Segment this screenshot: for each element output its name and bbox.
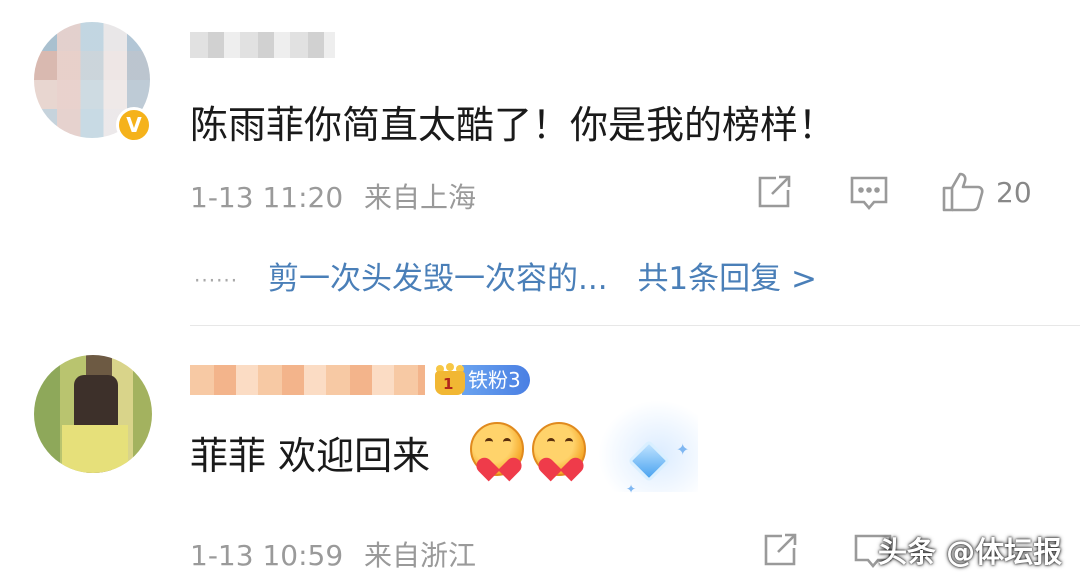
share-button[interactable] [754, 172, 794, 212]
crown-number: 1 [443, 375, 454, 393]
comment-meta: 1-13 11:20 来自上海 [190, 176, 476, 216]
comment-text: 陈雨菲你简直太酷了！你是我的榜样！ [190, 103, 837, 147]
reply-dots: ······ [194, 268, 239, 293]
username-blurred[interactable] [190, 32, 335, 58]
crown-icon: 1 [432, 363, 468, 397]
comment-text: 菲菲 欢迎回来 [190, 434, 431, 478]
share-button[interactable] [760, 530, 800, 570]
reply-count: 共1条回复 > [637, 261, 817, 297]
like-button[interactable]: 20 [940, 170, 1032, 214]
username-blurred[interactable] [190, 365, 425, 395]
heart-hug-emoji-icon [532, 422, 586, 476]
avatar[interactable] [34, 355, 152, 473]
comment-location: 来自上海 [364, 181, 477, 214]
comment-location: 来自浙江 [364, 539, 477, 572]
fan-badge[interactable]: 1 铁粉3 [432, 362, 530, 398]
like-count: 20 [996, 175, 1032, 209]
share-icon [760, 530, 800, 570]
watermark: 头条 @体坛报 [878, 535, 1063, 569]
share-icon [754, 172, 794, 212]
heart-hug-emoji-icon [470, 422, 524, 476]
reply-preview-text: 剪一次头发毁一次容的... [268, 261, 608, 297]
verified-badge: V [116, 107, 152, 143]
like-icon [940, 170, 986, 214]
comment-time: 1-13 10:59 [190, 539, 344, 572]
comment-icon [848, 174, 890, 212]
comment-time: 1-13 11:20 [190, 181, 344, 214]
comment-meta: 1-13 10:59 来自浙江 [190, 534, 476, 574]
fan-level-label: 铁粉3 [462, 365, 530, 395]
comment-button[interactable] [848, 174, 890, 212]
avatar-figure-body [62, 425, 128, 473]
diamond-decoration-icon: ✦ ✦ [598, 400, 698, 496]
divider [190, 325, 1080, 326]
reply-preview-link[interactable]: ······ 剪一次头发毁一次容的... 共1条回复 > [194, 253, 817, 298]
